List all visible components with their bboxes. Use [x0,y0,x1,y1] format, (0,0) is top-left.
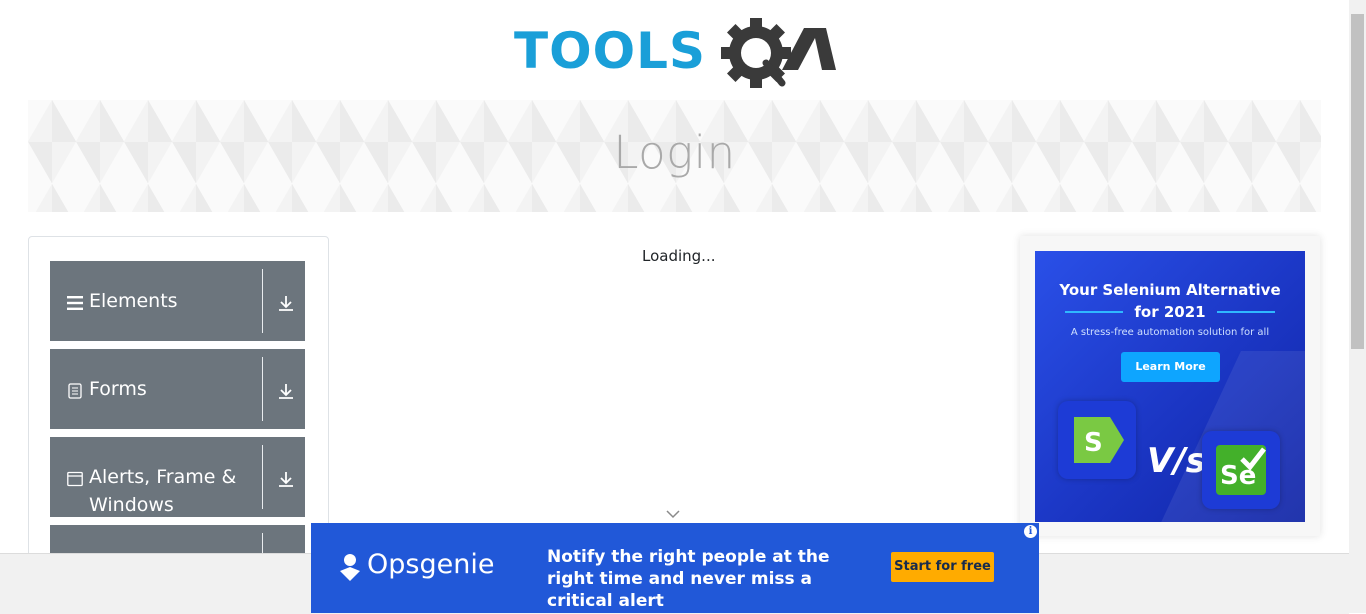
katalon-logo-icon: S [1074,417,1124,463]
left-navigation-panel: Elements Forms Alerts, Frame & Windows [28,236,329,578]
ad-info-icon[interactable]: i [1023,524,1038,539]
katalon-logo-tile: S [1058,401,1136,479]
selenium-tile-label: Se [1220,461,1257,491]
logo-text-tools: TOOLS [514,22,706,80]
selenium-logo-tile: Se [1202,431,1280,509]
nav-group-elements[interactable]: Elements [50,261,305,341]
ad-dash-right [1217,311,1275,313]
window-icon [67,471,83,487]
hamburger-icon [67,296,83,310]
toolsqa-logo[interactable]: TOOLS [514,14,840,92]
gear-magnifier-icon [721,18,791,88]
nav-group-alerts-frame-windows[interactable]: Alerts, Frame & Windows [50,437,305,517]
scrollbar-thumb[interactable] [1351,14,1364,349]
opsgenie-logo-icon [340,554,360,581]
document-icon [68,383,82,399]
download-arrow-icon[interactable] [277,382,295,400]
ad-subline: A stress-free automation solution for al… [1070,327,1270,338]
nav-group-forms[interactable]: Forms [50,349,305,429]
vertical-scrollbar[interactable] [1349,0,1366,613]
download-arrow-icon[interactable] [277,470,295,488]
chevron-down-icon[interactable] [666,509,680,519]
loading-text: Loading... [642,247,716,265]
page-title: Login [613,126,736,179]
divider [262,269,263,333]
opsgenie-message: Notify the right people at the right tim… [547,547,830,611]
svg-text:S: S [1084,428,1103,458]
nav-group-label: Elements [89,290,178,312]
page-banner: Login [28,100,1321,212]
opsgenie-advertisement[interactable]: Opsgenie Notify the right people at the … [311,523,1039,613]
download-arrow-icon[interactable] [277,294,295,312]
start-for-free-button[interactable]: Start for free [891,552,994,582]
divider [262,357,263,421]
nav-group-label: Alerts, Frame & Windows [89,466,237,516]
divider [262,445,263,509]
ad-dash-left [1065,311,1123,313]
ad-headline: Your Selenium Alternative for 2021 [1059,281,1281,321]
nav-group-label: Forms [89,378,147,400]
opsgenie-brand: Opsgenie [367,549,495,580]
right-advertisement[interactable]: Your Selenium Alternative for 2021 A str… [1035,251,1305,522]
versus-text: V/s [1147,441,1206,481]
learn-more-button[interactable]: Learn More [1121,352,1220,382]
